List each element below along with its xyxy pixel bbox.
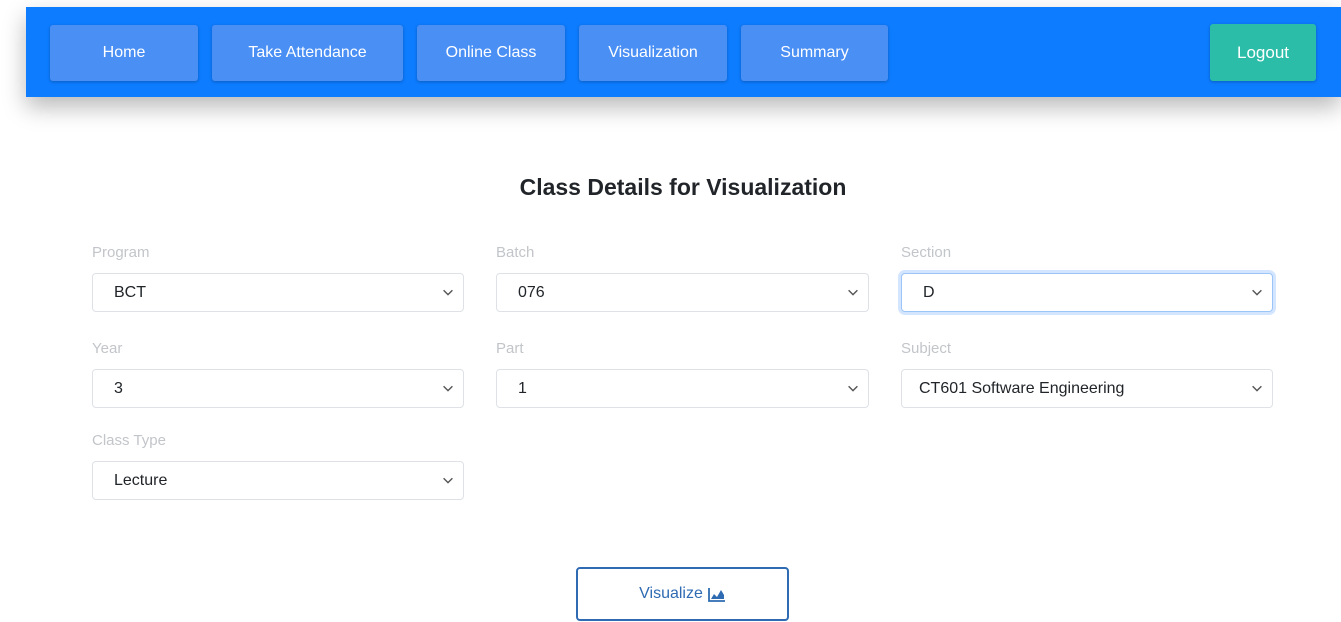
nav-home-button[interactable]: Home: [50, 25, 198, 81]
subject-label: Subject: [901, 340, 952, 357]
class-type-select[interactable]: Lecture: [92, 461, 464, 500]
program-label: Program: [92, 244, 150, 261]
section-select[interactable]: D: [901, 273, 1273, 312]
class-type-select-value: Lecture: [114, 471, 168, 489]
class-type-label: Class Type: [92, 432, 166, 449]
nav-take-attendance-button[interactable]: Take Attendance: [212, 25, 403, 81]
visualize-button[interactable]: Visualize: [576, 567, 789, 621]
chevron-down-icon: [443, 289, 453, 296]
nav-summary-button[interactable]: Summary: [741, 25, 888, 81]
nav-visualization-button[interactable]: Visualization: [579, 25, 727, 81]
part-label: Part: [496, 340, 524, 357]
year-label: Year: [92, 340, 123, 357]
part-select[interactable]: 1: [496, 369, 869, 408]
section-label: Section: [901, 244, 952, 261]
top-navbar: Home Take Attendance Online Class Visual…: [26, 7, 1341, 97]
chevron-down-icon: [443, 477, 453, 484]
program-select-value: BCT: [114, 283, 146, 301]
chevron-down-icon: [848, 289, 858, 296]
chevron-down-icon: [443, 385, 453, 392]
chevron-down-icon: [1252, 289, 1262, 296]
batch-label: Batch: [496, 244, 535, 261]
year-select[interactable]: 3: [92, 369, 464, 408]
year-select-value: 3: [114, 379, 123, 397]
section-select-value: D: [923, 283, 935, 301]
page-title: Class Details for Visualization: [519, 174, 847, 200]
area-chart-icon: [707, 587, 725, 602]
logout-button[interactable]: Logout: [1210, 24, 1316, 81]
chevron-down-icon: [1252, 385, 1262, 392]
batch-select-value: 076: [518, 283, 545, 301]
program-select[interactable]: BCT: [92, 273, 464, 312]
subject-select-value: CT601 Software Engineering: [919, 379, 1125, 397]
visualize-button-label: Visualize: [639, 585, 703, 602]
subject-select[interactable]: CT601 Software Engineering: [901, 369, 1273, 408]
batch-select[interactable]: 076: [496, 273, 869, 312]
chevron-down-icon: [848, 385, 858, 392]
part-select-value: 1: [518, 379, 527, 397]
nav-online-class-button[interactable]: Online Class: [417, 25, 565, 81]
